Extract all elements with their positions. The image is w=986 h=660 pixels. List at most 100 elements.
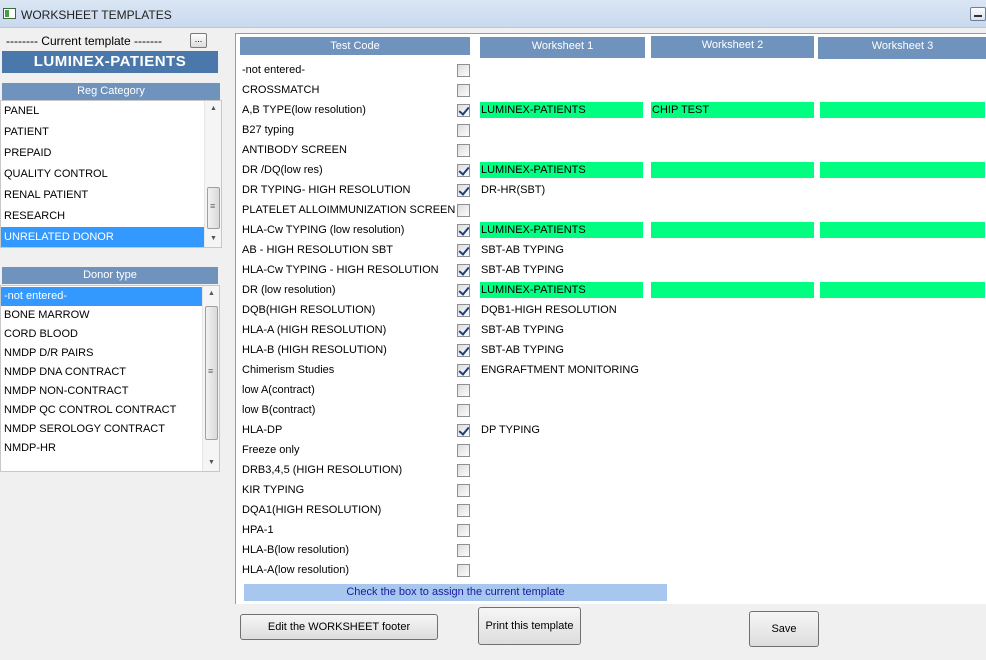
- assign-checkbox[interactable]: [457, 244, 470, 257]
- donor-type-header: Donor type: [2, 267, 218, 284]
- worksheet-2-cell[interactable]: [651, 222, 814, 238]
- assign-checkbox[interactable]: [457, 144, 470, 157]
- scroll-thumb[interactable]: [205, 306, 218, 440]
- test-code-label: low B(contract): [242, 404, 316, 416]
- assign-checkbox[interactable]: [457, 184, 470, 197]
- reg-category-item[interactable]: RENAL PATIENT: [1, 185, 204, 206]
- worksheet-2-cell[interactable]: [651, 282, 814, 298]
- assign-checkbox[interactable]: [457, 164, 470, 177]
- test-code-label: HLA-A (HIGH RESOLUTION): [242, 324, 387, 336]
- reg-category-list[interactable]: ▲ ▼ PANELPATIENTPREPAIDQUALITY CONTROLRE…: [0, 100, 222, 248]
- test-code-row: HLA-Cw TYPING (low resolution) LUMINEX-PA…: [236, 220, 986, 240]
- scroll-up-icon[interactable]: ▲: [203, 287, 219, 301]
- assign-checkbox[interactable]: [457, 224, 470, 237]
- donor-type-item[interactable]: -not entered-: [1, 287, 202, 306]
- worksheet-1-cell[interactable]: SBT-AB TYPING: [480, 342, 643, 358]
- test-code-label: CROSSMATCH: [242, 84, 320, 96]
- worksheet-3-cell[interactable]: [820, 222, 985, 238]
- worksheet-1-cell[interactable]: ENGRAFTMENT MONITORING: [480, 362, 643, 378]
- reg-category-scrollbar[interactable]: ▲ ▼: [204, 101, 221, 247]
- worksheet-2-cell[interactable]: [651, 162, 814, 178]
- test-code-label: HPA-1: [242, 524, 274, 536]
- donor-type-item[interactable]: CORD BLOOD: [1, 325, 202, 344]
- assign-checkbox[interactable]: [457, 404, 470, 417]
- worksheet-1-cell[interactable]: SBT-AB TYPING: [480, 322, 643, 338]
- save-button[interactable]: Save: [749, 611, 819, 647]
- reg-category-item[interactable]: RESEARCH: [1, 206, 204, 227]
- assign-checkbox[interactable]: [457, 564, 470, 577]
- worksheet-1-cell[interactable]: SBT-AB TYPING: [480, 242, 643, 258]
- reg-category-item[interactable]: PREPAID: [1, 143, 204, 164]
- assign-checkbox[interactable]: [457, 84, 470, 97]
- donor-type-item[interactable]: NMDP DNA CONTRACT: [1, 363, 202, 382]
- test-code-row: HLA-A(low resolution): [236, 560, 986, 580]
- donor-type-item[interactable]: NMDP SEROLOGY CONTRACT: [1, 420, 202, 439]
- assign-checkbox[interactable]: [457, 444, 470, 457]
- edit-footer-button[interactable]: Edit the WORKSHEET footer: [240, 614, 438, 640]
- donor-type-item[interactable]: NMDP QC CONTROL CONTRACT: [1, 401, 202, 420]
- test-code-label: DR (low resolution): [242, 284, 336, 296]
- assign-checkbox[interactable]: [457, 364, 470, 377]
- worksheet-3-cell[interactable]: [820, 102, 985, 118]
- worksheet-1-cell[interactable]: LUMINEX-PATIENTS: [480, 102, 643, 118]
- donor-type-item[interactable]: BONE MARROW: [1, 306, 202, 325]
- assign-checkbox[interactable]: [457, 124, 470, 137]
- assign-checkbox[interactable]: [457, 504, 470, 517]
- assign-checkbox[interactable]: [457, 484, 470, 497]
- worksheet-1-cell[interactable]: SBT-AB TYPING: [480, 262, 643, 278]
- assign-checkbox[interactable]: [457, 284, 470, 297]
- assign-checkbox[interactable]: [457, 544, 470, 557]
- test-code-row: AB - HIGH RESOLUTION SBT SBT-AB TYPING: [236, 240, 986, 260]
- test-code-row: KIR TYPING: [236, 480, 986, 500]
- scroll-down-icon[interactable]: ▼: [203, 456, 219, 470]
- assign-checkbox[interactable]: [457, 104, 470, 117]
- donor-type-list[interactable]: ▲ ▼ -not entered-BONE MARROWCORD BLOODNM…: [0, 285, 220, 472]
- test-code-label: DRB3,4,5 (HIGH RESOLUTION): [242, 464, 403, 476]
- assign-checkbox[interactable]: [457, 64, 470, 77]
- test-code-label: Chimerism Studies: [242, 364, 335, 376]
- scroll-up-icon[interactable]: ▲: [205, 102, 221, 116]
- current-template-label: -------- Current template -------: [6, 34, 162, 48]
- assign-checkbox[interactable]: [457, 344, 470, 357]
- test-code-header: Test Code: [240, 37, 470, 55]
- test-code-label: ANTIBODY SCREEN: [242, 144, 347, 156]
- worksheet-2-cell[interactable]: CHIP TEST: [651, 102, 814, 118]
- test-code-row: low A(contract): [236, 380, 986, 400]
- scroll-thumb[interactable]: [207, 187, 220, 229]
- donor-type-item[interactable]: NMDP NON-CONTRACT: [1, 382, 202, 401]
- worksheet-1-cell[interactable]: LUMINEX-PATIENTS: [480, 162, 643, 178]
- reg-category-item[interactable]: PANEL: [1, 101, 204, 122]
- test-code-label: DR TYPING- HIGH RESOLUTION: [242, 184, 411, 196]
- minimize-button[interactable]: [970, 7, 986, 21]
- test-code-row: HLA-A (HIGH RESOLUTION) SBT-AB TYPING: [236, 320, 986, 340]
- assign-checkbox[interactable]: [457, 464, 470, 477]
- window-title: WORKSHEET TEMPLATES: [21, 8, 172, 22]
- donor-type-item[interactable]: NMDP D/R PAIRS: [1, 344, 202, 363]
- reg-category-item[interactable]: UNRELATED DONOR: [1, 227, 204, 247]
- reg-category-item[interactable]: QUALITY CONTROL: [1, 164, 204, 185]
- worksheet-3-cell[interactable]: [820, 162, 985, 178]
- assign-checkbox[interactable]: [457, 384, 470, 397]
- worksheet-1-cell[interactable]: DP TYPING: [480, 422, 643, 438]
- scroll-down-icon[interactable]: ▼: [205, 232, 221, 246]
- assign-checkbox[interactable]: [457, 524, 470, 537]
- test-code-label: KIR TYPING: [242, 484, 305, 496]
- assign-checkbox[interactable]: [457, 264, 470, 277]
- worksheet-1-cell[interactable]: LUMINEX-PATIENTS: [480, 222, 643, 238]
- worksheet-1-cell[interactable]: LUMINEX-PATIENTS: [480, 282, 643, 298]
- test-code-row: -not entered-: [236, 60, 986, 80]
- print-template-button[interactable]: Print this template: [478, 607, 581, 645]
- donor-type-scrollbar[interactable]: ▲ ▼: [202, 286, 219, 471]
- assign-checkbox[interactable]: [457, 324, 470, 337]
- title-bar: WORKSHEET TEMPLATES: [0, 0, 986, 28]
- worksheet-1-cell[interactable]: DR-HR(SBT): [480, 182, 643, 198]
- browse-template-button[interactable]: ...: [190, 33, 207, 48]
- donor-type-item[interactable]: NMDP-HR: [1, 439, 202, 458]
- worksheet-3-cell[interactable]: [820, 282, 985, 298]
- worksheet-1-cell[interactable]: DQB1-HIGH RESOLUTION: [480, 302, 643, 318]
- reg-category-item[interactable]: PATIENT: [1, 122, 204, 143]
- assign-checkbox[interactable]: [457, 424, 470, 437]
- assign-checkbox[interactable]: [457, 204, 470, 217]
- assign-checkbox[interactable]: [457, 304, 470, 317]
- test-code-label: A,B TYPE(low resolution): [242, 104, 366, 116]
